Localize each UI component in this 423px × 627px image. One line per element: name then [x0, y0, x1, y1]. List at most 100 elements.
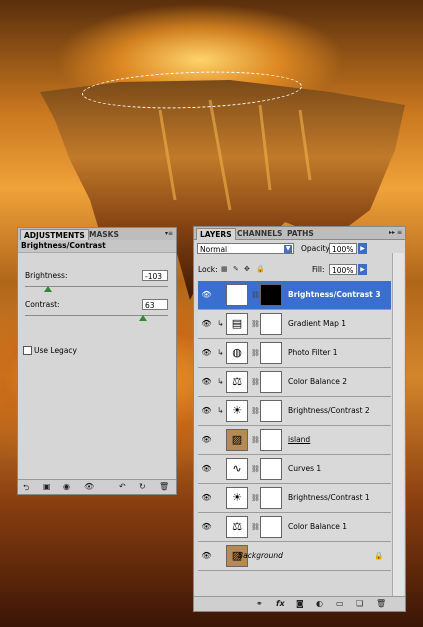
new-adjustment-icon[interactable]: ◐: [316, 599, 323, 608]
layer-row[interactable]: 👁 ☀ ⛓ Brightness/Contrast 1: [198, 484, 391, 513]
back-arrow-icon[interactable]: ⮌: [23, 482, 29, 496]
eye-icon[interactable]: 👁: [84, 482, 94, 491]
layers-tab-bar: LAYERS CHANNELS PATHS ▸▸ ≡: [194, 227, 405, 240]
opacity-input[interactable]: 100%: [329, 243, 357, 254]
layer-mask-thumbnail[interactable]: [260, 516, 282, 538]
camera-icon[interactable]: ◍: [226, 342, 248, 364]
contrast-slider-thumb[interactable]: [139, 315, 147, 321]
layer-mask-thumbnail[interactable]: [260, 342, 282, 364]
layer-name[interactable]: Gradient Map 1: [288, 319, 346, 328]
add-mask-icon[interactable]: ◙: [296, 599, 304, 608]
layer-name[interactable]: Background: [238, 551, 283, 560]
lock-all-icon[interactable]: 🔒: [256, 265, 265, 273]
link-layers-icon[interactable]: ⚭: [256, 599, 263, 608]
layer-visibility-eye-icon[interactable]: 👁: [200, 347, 213, 359]
layers-panel: LAYERS CHANNELS PATHS ▸▸ ≡ Normal ▼ Opac…: [193, 226, 406, 612]
scale-icon[interactable]: ⚖: [226, 516, 248, 538]
layer-name[interactable]: Color Balance 2: [288, 377, 347, 386]
mask-link-icon[interactable]: ⛓: [251, 291, 260, 299]
tab-paths[interactable]: PATHS: [284, 228, 317, 239]
layer-mask-thumbnail[interactable]: [260, 371, 282, 393]
lock-move-icon[interactable]: ✥: [244, 265, 250, 273]
brightness-slider-thumb[interactable]: [44, 286, 52, 292]
lock-paint-icon[interactable]: ✎: [233, 265, 239, 273]
layer-visibility-eye-icon[interactable]: 👁: [200, 521, 213, 533]
fx-icon[interactable]: fx: [276, 599, 285, 608]
layer-name[interactable]: Brightness/Contrast 3: [288, 290, 381, 299]
layer-row[interactable]: 👁 ☀ ⛓ Brightness/Contrast 3: [198, 281, 391, 310]
mask-link-icon[interactable]: ⛓: [251, 465, 260, 473]
layer-name[interactable]: Photo Filter 1: [288, 348, 338, 357]
layer-row[interactable]: 👁 ↳ ▤ ⛓ Gradient Map 1: [198, 310, 391, 339]
blend-mode-select[interactable]: Normal ▼: [197, 243, 294, 254]
layer-mask-thumbnail[interactable]: [260, 400, 282, 422]
fill-label: Fill:: [312, 265, 325, 274]
previous-state-icon[interactable]: ↶: [119, 482, 126, 491]
layer-row[interactable]: 👁 ↳ ⚖ ⛓ Color Balance 2: [198, 368, 391, 397]
layer-row[interactable]: 👁 ∿ ⛓ Curves 1: [198, 455, 391, 484]
mask-link-icon[interactable]: ⛓: [251, 494, 260, 502]
use-legacy-checkbox[interactable]: [23, 346, 32, 355]
layer-name[interactable]: Curves 1: [288, 464, 321, 473]
layer-row[interactable]: 👁 ▨ Background 🔒: [198, 542, 391, 571]
layer-mask-thumbnail[interactable]: [260, 487, 282, 509]
layer-name[interactable]: island: [288, 435, 310, 444]
layers-scrollbar[interactable]: [392, 253, 404, 597]
adjustments-footer: ⮌ ▣ ◉ 👁 ↶ ↻ 🗑: [18, 479, 176, 494]
opacity-arrow-button[interactable]: ▶: [358, 243, 367, 254]
layer-visibility-eye-icon[interactable]: 👁: [200, 289, 213, 301]
layer-mask-thumbnail[interactable]: [260, 313, 282, 335]
layer-row[interactable]: 👁 ↳ ☀ ⛓ Brightness/Contrast 2: [198, 397, 391, 426]
reset-icon[interactable]: ↻: [139, 482, 146, 491]
curves-icon[interactable]: ∿: [226, 458, 248, 480]
new-layer-icon[interactable]: ❏: [356, 599, 363, 608]
layer-name[interactable]: Brightness/Contrast 2: [288, 406, 370, 415]
sun-icon[interactable]: ☀: [226, 400, 248, 422]
chevron-down-icon[interactable]: ▼: [284, 245, 292, 253]
blend-row: Normal ▼ Opacity: 100% ▶: [194, 241, 405, 255]
tab-masks[interactable]: MASKS: [86, 229, 122, 240]
layer-visibility-eye-icon[interactable]: 👁: [200, 376, 213, 388]
scale-icon[interactable]: ⚖: [226, 371, 248, 393]
clipping-arrow-icon: ↳: [217, 377, 224, 386]
sun-icon[interactable]: ☀: [226, 284, 248, 306]
layer-visibility-eye-icon[interactable]: 👁: [200, 434, 213, 446]
fill-arrow-button[interactable]: ▶: [358, 264, 367, 275]
trash-icon[interactable]: 🗑: [376, 599, 386, 608]
tab-layers[interactable]: LAYERS: [196, 228, 236, 240]
brightness-input[interactable]: -103: [142, 270, 168, 281]
layer-row[interactable]: 👁 ▨ ⛓ island: [198, 426, 391, 455]
layer-mask-thumbnail[interactable]: [260, 458, 282, 480]
layer-mask-thumbnail[interactable]: [260, 284, 282, 306]
mask-link-icon[interactable]: ⛓: [251, 407, 260, 415]
trash-icon[interactable]: 🗑: [159, 482, 169, 491]
panel-menu-icon[interactable]: ▸▸ ≡: [389, 229, 402, 236]
mask-link-icon[interactable]: ⛓: [251, 378, 260, 386]
layer-name[interactable]: Color Balance 1: [288, 522, 347, 531]
view-icon[interactable]: ▣: [43, 482, 51, 491]
mask-link-icon[interactable]: ⛓: [251, 320, 260, 328]
layer-visibility-eye-icon[interactable]: 👁: [200, 318, 213, 330]
layer-visibility-eye-icon[interactable]: 👁: [200, 405, 213, 417]
fill-input[interactable]: 100%: [329, 264, 357, 275]
layer-name[interactable]: Brightness/Contrast 1: [288, 493, 370, 502]
layer-visibility-eye-icon[interactable]: 👁: [200, 463, 213, 475]
tab-channels[interactable]: CHANNELS: [234, 228, 285, 239]
gradient-icon[interactable]: ▤: [226, 313, 248, 335]
mask-link-icon[interactable]: ⛓: [251, 436, 260, 444]
adjustments-panel: ADJUSTMENTS MASKS ▾≡ Brightness/Contrast…: [17, 227, 177, 495]
layer-mask-thumbnail[interactable]: [260, 429, 282, 451]
layer-visibility-eye-icon[interactable]: 👁: [200, 492, 213, 504]
mask-link-icon[interactable]: ⛓: [251, 523, 260, 531]
layer-row[interactable]: 👁 ⚖ ⛓ Color Balance 1: [198, 513, 391, 542]
layer-row[interactable]: 👁 ↳ ◍ ⛓ Photo Filter 1: [198, 339, 391, 368]
layer-visibility-eye-icon[interactable]: 👁: [200, 550, 213, 562]
panel-menu-icon[interactable]: ▾≡: [165, 230, 173, 237]
contrast-input[interactable]: 63: [142, 299, 168, 310]
lock-transparent-icon[interactable]: ▦: [221, 265, 228, 273]
clip-icon[interactable]: ◉: [63, 482, 70, 491]
image-icon[interactable]: ▨: [226, 429, 248, 451]
mask-link-icon[interactable]: ⛓: [251, 349, 260, 357]
new-group-icon[interactable]: ▭: [336, 599, 344, 608]
sun-icon[interactable]: ☀: [226, 487, 248, 509]
